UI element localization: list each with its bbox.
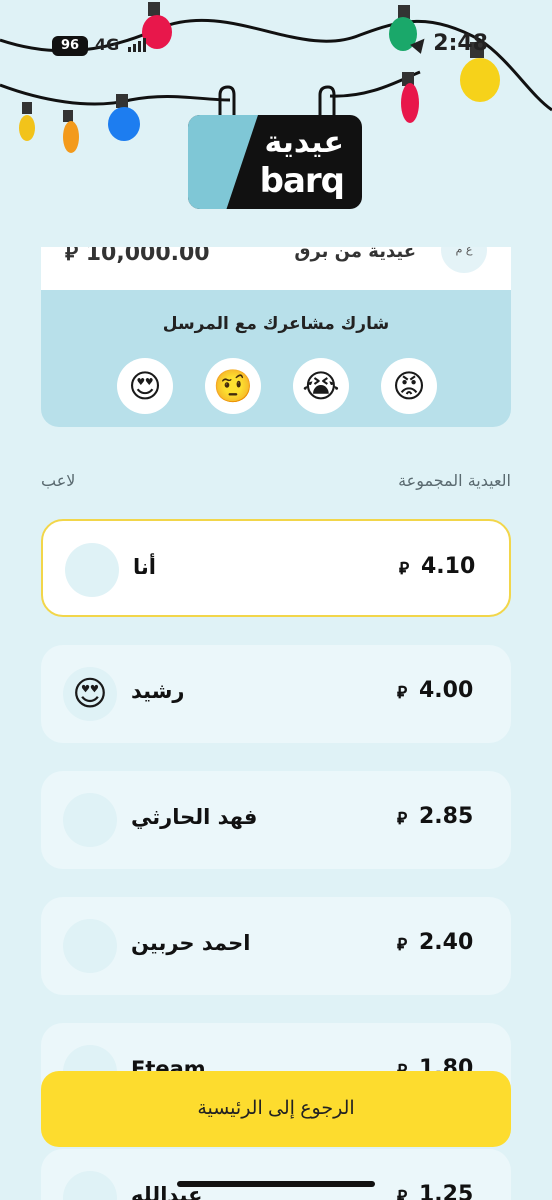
currency-icon: ⃁ xyxy=(397,1187,408,1200)
home-indicator[interactable] xyxy=(177,1181,375,1187)
currency-icon: ⃁ xyxy=(65,247,79,266)
status-bar: 96 4G 2:48 xyxy=(0,0,552,80)
signal-icon xyxy=(128,38,146,52)
player-amount: 2.40 xyxy=(419,930,474,955)
light-bulb-yellow-small xyxy=(19,102,35,141)
gift-amount: ⃁ 10,000.00 xyxy=(65,247,210,267)
player-amount: 4.10 xyxy=(421,554,476,579)
crying-emoji-button[interactable]: 😭 xyxy=(293,358,349,414)
light-bulb-orange xyxy=(63,110,79,153)
player-row[interactable]: فهد الحارثي ⃁ 2.85 xyxy=(41,771,511,869)
currency-icon: ⃁ xyxy=(397,683,408,703)
player-avatar xyxy=(65,543,119,597)
network-type: 4G xyxy=(95,35,120,54)
screen: 96 4G 2:48 xyxy=(0,0,552,1200)
player-amount: 1.25 xyxy=(419,1182,474,1200)
player-avatar xyxy=(63,1171,117,1200)
list-header: العيدية المجموعة لاعب xyxy=(41,471,511,491)
player-column-header: لاعب xyxy=(41,471,76,490)
time-area: 2:48 xyxy=(410,31,488,56)
player-avatar: 😍 xyxy=(63,667,117,721)
player-avatar xyxy=(63,919,117,973)
gift-amount-value: 10,000.00 xyxy=(85,247,210,266)
player-name: احمد حربين xyxy=(131,931,251,955)
player-row[interactable]: 😍 رشيد ⃁ 4.00 xyxy=(41,645,511,743)
back-to-home-button[interactable]: الرجوع إلى الرئيسية xyxy=(41,1071,511,1147)
battery-indicator: 96 xyxy=(52,36,88,56)
clock: 2:48 xyxy=(433,31,488,56)
gift-card: ⃁ 10,000.00 عيدية من برق ع م شارك مشاعرك… xyxy=(41,247,511,427)
player-avatar xyxy=(63,793,117,847)
collected-column-header: العيدية المجموعة xyxy=(398,471,511,490)
logo-latin-text: barq xyxy=(259,161,345,201)
feelings-section: شارك مشاعرك مع المرسل 😍 🤨 😭 😡 xyxy=(41,290,511,427)
heart-eyes-emoji-button[interactable]: 😍 xyxy=(117,358,173,414)
light-bulb-blue xyxy=(108,94,140,141)
player-row[interactable]: عبدالله ⃁ 1.25 xyxy=(41,1149,511,1200)
currency-icon: ⃁ xyxy=(399,559,410,579)
player-row[interactable]: أنا ⃁ 4.10 xyxy=(41,519,511,617)
barq-logo-sign: عيدية barq xyxy=(188,85,362,210)
player-name: رشيد xyxy=(131,679,185,703)
player-name: أنا xyxy=(133,555,156,579)
currency-icon: ⃁ xyxy=(397,809,408,829)
gift-title: عيدية من برق xyxy=(294,247,416,262)
player-name: فهد الحارثي xyxy=(131,805,258,829)
gift-summary-row: ⃁ 10,000.00 عيدية من برق ع م xyxy=(41,247,511,290)
player-row[interactable]: احمد حربين ⃁ 2.40 xyxy=(41,897,511,995)
currency-icon: ⃁ xyxy=(397,935,408,955)
logo-accent-shape xyxy=(188,115,258,209)
location-arrow-icon xyxy=(410,33,431,54)
raised-eyebrow-emoji-button[interactable]: 🤨 xyxy=(205,358,261,414)
player-amount: 4.00 xyxy=(419,678,474,703)
logo-arabic-text: عيدية xyxy=(264,125,344,160)
logo-panel: عيدية barq xyxy=(188,115,362,209)
player-amount: 2.85 xyxy=(419,804,474,829)
sender-avatar: ع م xyxy=(441,247,487,273)
angry-emoji-button[interactable]: 😡 xyxy=(381,358,437,414)
feelings-title: شارك مشاعرك مع المرسل xyxy=(162,314,390,334)
